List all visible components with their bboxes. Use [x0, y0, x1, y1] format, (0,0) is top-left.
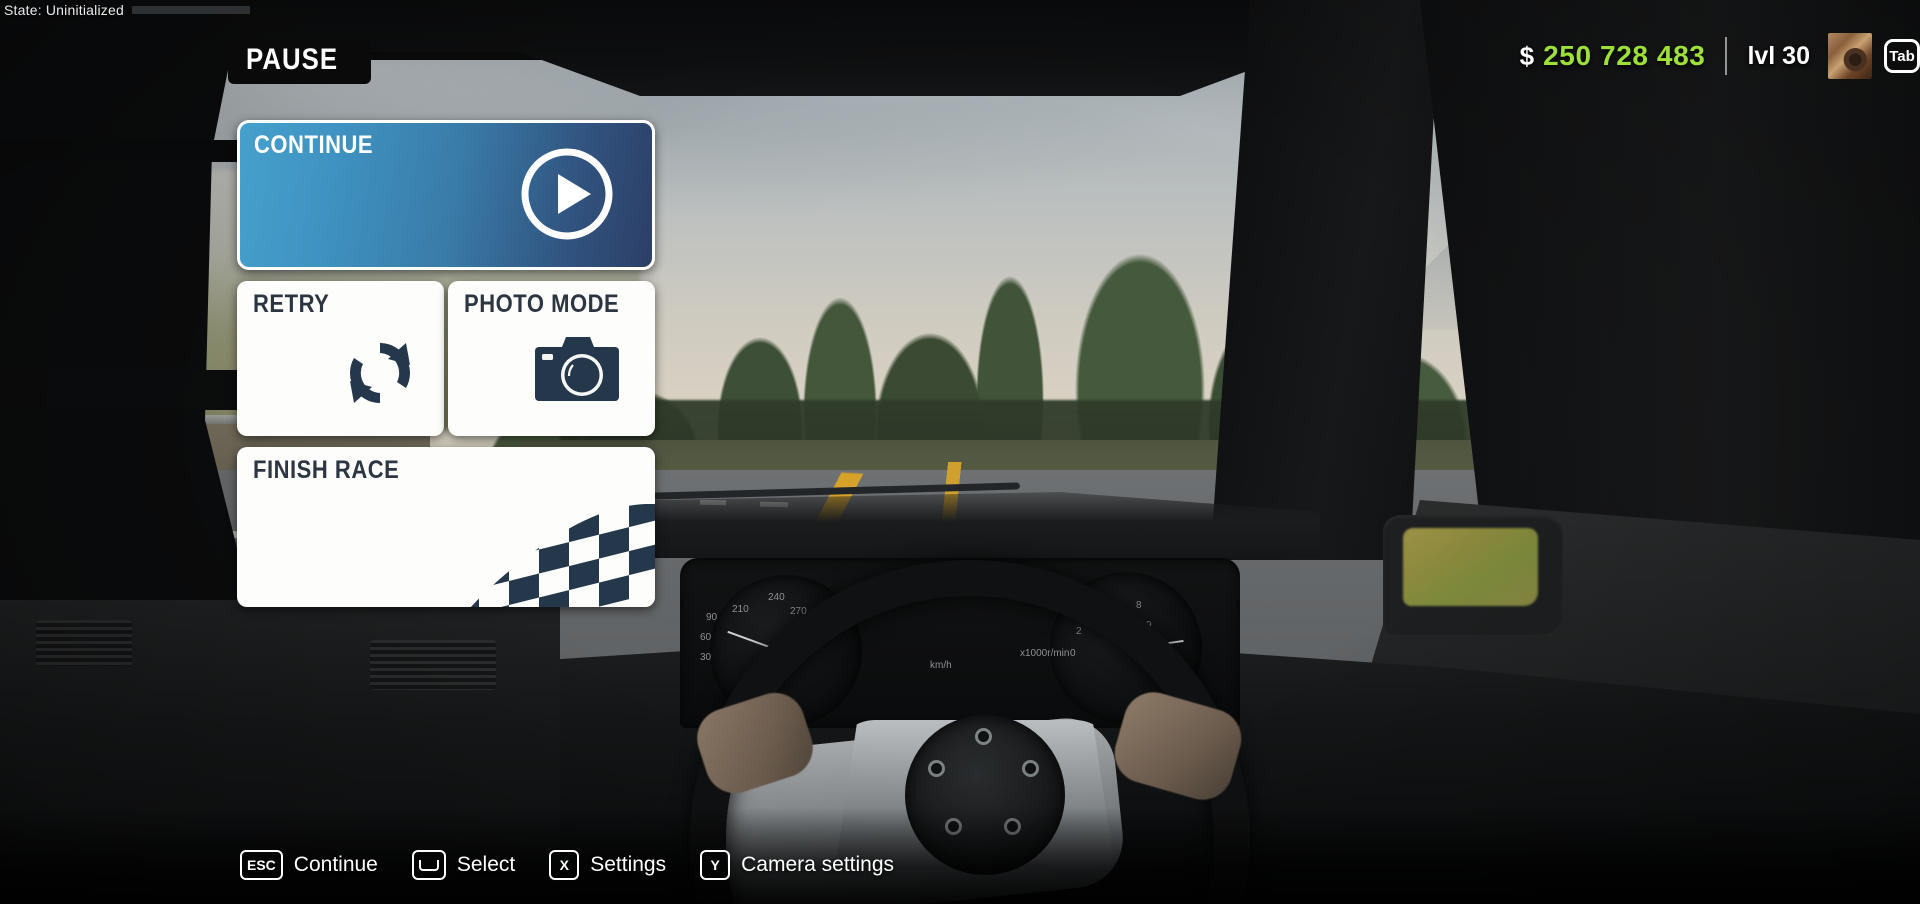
hint-bar: ESC Continue Select X Settings Y Camera …	[240, 850, 894, 880]
center-line-yellow-far	[830, 462, 1090, 542]
play-circle-icon	[518, 145, 616, 248]
hint-camera-settings-label: Camera settings	[741, 853, 895, 876]
pause-label: PAUSE	[246, 43, 339, 76]
hint-settings-label: Settings	[590, 853, 667, 876]
hint-settings[interactable]: X Settings	[549, 850, 666, 880]
checkered-flag-icon	[449, 500, 655, 607]
hint-camera-settings[interactable]: Y Camera settings	[700, 850, 894, 880]
avatar[interactable]	[1828, 33, 1872, 79]
continue-label: CONTINUE	[254, 131, 374, 159]
pause-menu: CONTINUE RETRY PHOTO MODE FINISH RACE	[237, 120, 655, 607]
camera-icon	[535, 335, 619, 408]
x-key-icon: X	[549, 850, 580, 880]
lane-dash	[699, 499, 727, 506]
hint-continue-label: Continue	[293, 853, 378, 876]
tab-key-badge[interactable]: Tab	[1884, 39, 1920, 73]
retry-label: RETRY	[253, 290, 330, 318]
page-title: PAUSE	[228, 38, 372, 84]
menu-row-secondary: RETRY PHOTO MODE	[237, 281, 655, 436]
money-display: $ 250 728 483	[1520, 40, 1726, 72]
menu-item-retry[interactable]: RETRY	[237, 281, 444, 436]
finish-race-label: FINISH RACE	[253, 456, 400, 484]
lane-dash	[759, 501, 789, 508]
refresh-icon	[338, 331, 422, 420]
hud-top-right: $ 250 728 483 lvl 30 Tab	[1160, 28, 1920, 120]
debug-state-text: State: Uninitialized	[4, 2, 124, 18]
hint-select[interactable]: Select	[411, 850, 516, 880]
money-amount: 250 728 483	[1543, 40, 1706, 71]
hint-select-label: Select	[456, 853, 516, 876]
game-screen: km/h x1000r/min 210 240 270 300 90 60 30…	[0, 0, 1920, 904]
y-key-icon: Y	[700, 850, 731, 880]
mouse-glyph	[418, 859, 439, 871]
menu-item-photo-mode[interactable]: PHOTO MODE	[448, 281, 655, 436]
hint-continue[interactable]: ESC Continue	[240, 850, 378, 880]
mouse-select-icon	[411, 850, 446, 880]
currency-symbol: $	[1519, 41, 1535, 71]
photo-mode-label: PHOTO MODE	[464, 290, 620, 318]
esc-key-icon: ESC	[240, 850, 283, 880]
menu-item-finish-race[interactable]: FINISH RACE	[237, 447, 655, 607]
menu-item-continue[interactable]: CONTINUE	[237, 120, 655, 270]
debug-progress-bar	[132, 6, 250, 14]
level-display: lvl 30	[1747, 41, 1810, 70]
